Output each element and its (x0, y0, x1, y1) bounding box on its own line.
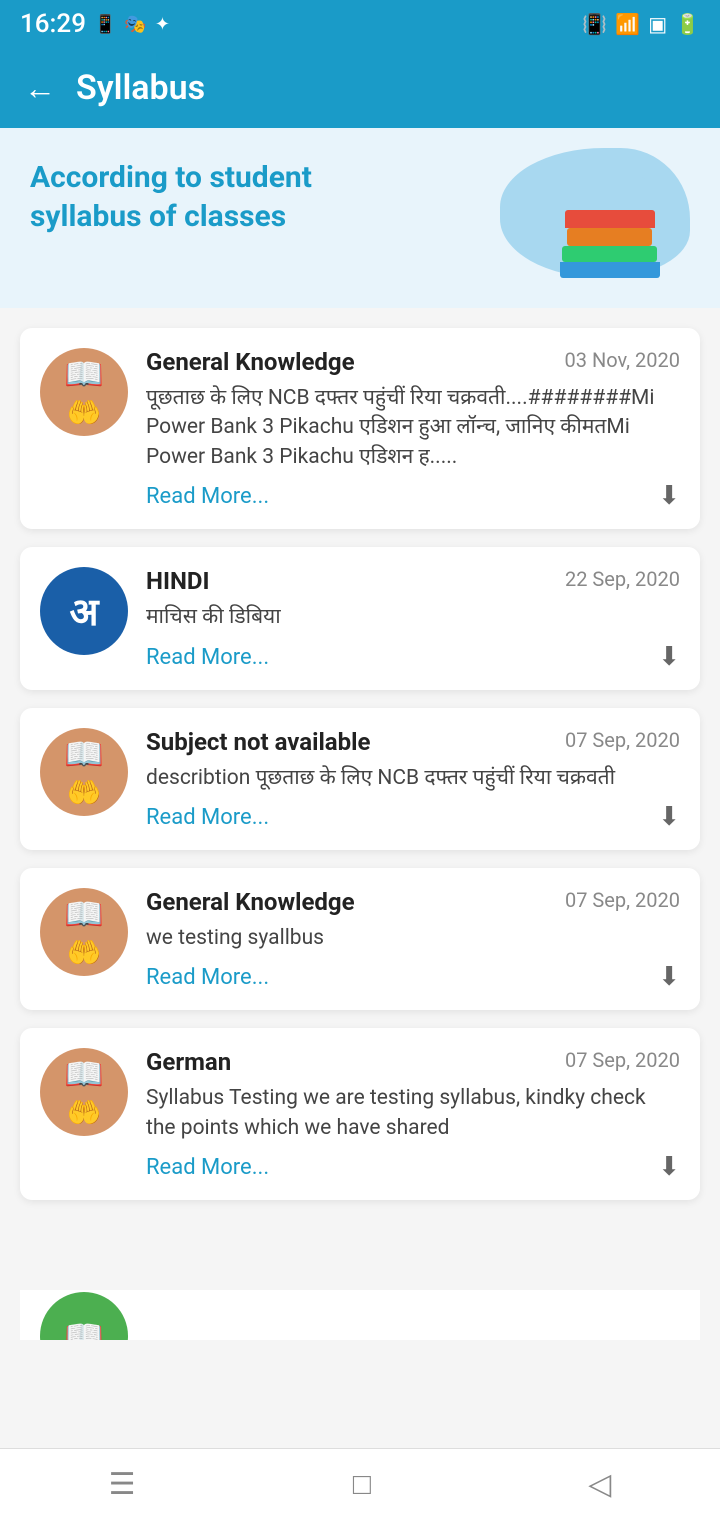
hero-line2: syllabus of classes (30, 197, 312, 236)
list-item-partial: 📖 (20, 1290, 700, 1340)
back-nav-icon[interactable]: ◁ (588, 1467, 611, 1502)
read-more-3[interactable]: Read More... (146, 805, 680, 830)
subject-icon-na: 📖 🤲 (40, 728, 128, 816)
status-time: 16:29 (20, 9, 86, 39)
book-icon: 📖 (64, 735, 104, 773)
subject-icon-gk-2: 📖 🤲 (40, 888, 128, 976)
list-item: अ HINDI 22 Sep, 2020 माचिस की डिबिया Rea… (20, 547, 700, 689)
book-icon-partial: 📖 (64, 1317, 104, 1340)
card-date-2: 22 Sep, 2020 (565, 567, 680, 591)
subject-icon-german: 📖 🤲 (40, 1048, 128, 1136)
hand-icon: 🤲 (67, 776, 102, 809)
card-date-1: 03 Nov, 2020 (565, 348, 680, 372)
card-body-4: General Knowledge 07 Sep, 2020 we testin… (146, 888, 680, 990)
notification-icon: 📱 (94, 14, 116, 35)
subject-icon-partial: 📖 (40, 1292, 128, 1340)
download-button-2[interactable]: ⬇ (658, 642, 680, 672)
syllabus-list: 📖 🤲 General Knowledge 03 Nov, 2020 पूछता… (0, 308, 720, 1360)
star-icon-1: ✦ (640, 168, 655, 189)
list-item: 📖 🤲 General Knowledge 03 Nov, 2020 पूछता… (20, 328, 700, 529)
card-title-2: HINDI (146, 567, 210, 595)
hand-icon: 🤲 (67, 396, 102, 429)
card-title-5: German (146, 1048, 231, 1076)
hero-line1: According to student (30, 158, 312, 197)
read-more-2[interactable]: Read More... (146, 645, 680, 670)
hand-icon: 🤲 (67, 1096, 102, 1129)
page-title: Syllabus (76, 68, 205, 108)
read-more-1[interactable]: Read More... (146, 484, 680, 509)
download-button-3[interactable]: ⬇ (658, 802, 680, 832)
book-blue (560, 262, 660, 278)
card-description-1: पूछताछ के लिए NCB दफ्तर पहुंचीं रिया चक्… (146, 384, 680, 472)
list-item: 📖 🤲 Subject not available 07 Sep, 2020 d… (20, 708, 700, 850)
wifi-icon: 📶 (615, 12, 640, 36)
hand-icon: 🤲 (67, 936, 102, 969)
subject-icon-gk-1: 📖 🤲 (40, 348, 128, 436)
header: ← Syllabus (0, 48, 720, 128)
vibrate-icon: 📳 (582, 12, 607, 36)
status-bar: 16:29 📱 🎭 ✦ 📳 📶 ▣ 🔋 (0, 0, 720, 48)
list-item: 📖 🤲 German 07 Sep, 2020 Syllabus Testing… (20, 1028, 700, 1200)
card-date-5: 07 Sep, 2020 (565, 1048, 680, 1072)
card-title-3: Subject not available (146, 728, 370, 756)
hero-illustration: ✦ ✦ (470, 158, 690, 288)
card-description-2: माचिस की डिबिया (146, 603, 680, 632)
bluetooth-icon: ✦ (155, 14, 170, 35)
download-button-5[interactable]: ⬇ (658, 1152, 680, 1182)
card-body-5: German 07 Sep, 2020 Syllabus Testing we … (146, 1048, 680, 1180)
hero-text: According to student syllabus of classes (30, 158, 312, 236)
card-date-3: 07 Sep, 2020 (565, 728, 680, 752)
screen-icon: ▣ (648, 12, 667, 36)
books-stack: ✦ ✦ (550, 163, 670, 278)
bottom-navigation: ☰ □ ◁ (0, 1448, 720, 1520)
battery-icon: 🔋 (675, 12, 700, 36)
card-body-1: General Knowledge 03 Nov, 2020 पूछताछ के… (146, 348, 680, 509)
card-body-3: Subject not available 07 Sep, 2020 descr… (146, 728, 680, 830)
app-icon-1: 🎭 (124, 14, 146, 35)
book-icon: 📖 (64, 1055, 104, 1093)
home-icon[interactable]: □ (353, 1467, 371, 1502)
menu-icon[interactable]: ☰ (109, 1467, 136, 1502)
book-red (565, 210, 655, 228)
download-button-4[interactable]: ⬇ (658, 962, 680, 992)
read-more-5[interactable]: Read More... (146, 1155, 680, 1180)
book-green (562, 246, 657, 262)
card-title-4: General Knowledge (146, 888, 355, 916)
read-more-4[interactable]: Read More... (146, 965, 680, 990)
card-body-2: HINDI 22 Sep, 2020 माचिस की डिबिया Read … (146, 567, 680, 669)
star-icon-2: ✦ (560, 188, 572, 204)
list-item: 📖 🤲 General Knowledge 07 Sep, 2020 we te… (20, 868, 700, 1010)
card-date-4: 07 Sep, 2020 (565, 888, 680, 912)
book-icon: 📖 (64, 355, 104, 393)
card-description-5: Syllabus Testing we are testing syllabus… (146, 1084, 680, 1143)
card-title-1: General Knowledge (146, 348, 355, 376)
book-orange (567, 228, 652, 246)
card-description-4: we testing syallbus (146, 924, 680, 953)
book-icon: 📖 (64, 895, 104, 933)
hindi-icon: अ (69, 585, 98, 637)
subject-icon-hindi: अ (40, 567, 128, 655)
download-button-1[interactable]: ⬇ (658, 481, 680, 511)
hero-section: According to student syllabus of classes… (0, 128, 720, 308)
card-description-3: describtion पूछताछ के लिए NCB दफ्तर पहुं… (146, 764, 680, 793)
back-button[interactable]: ← (24, 69, 56, 107)
